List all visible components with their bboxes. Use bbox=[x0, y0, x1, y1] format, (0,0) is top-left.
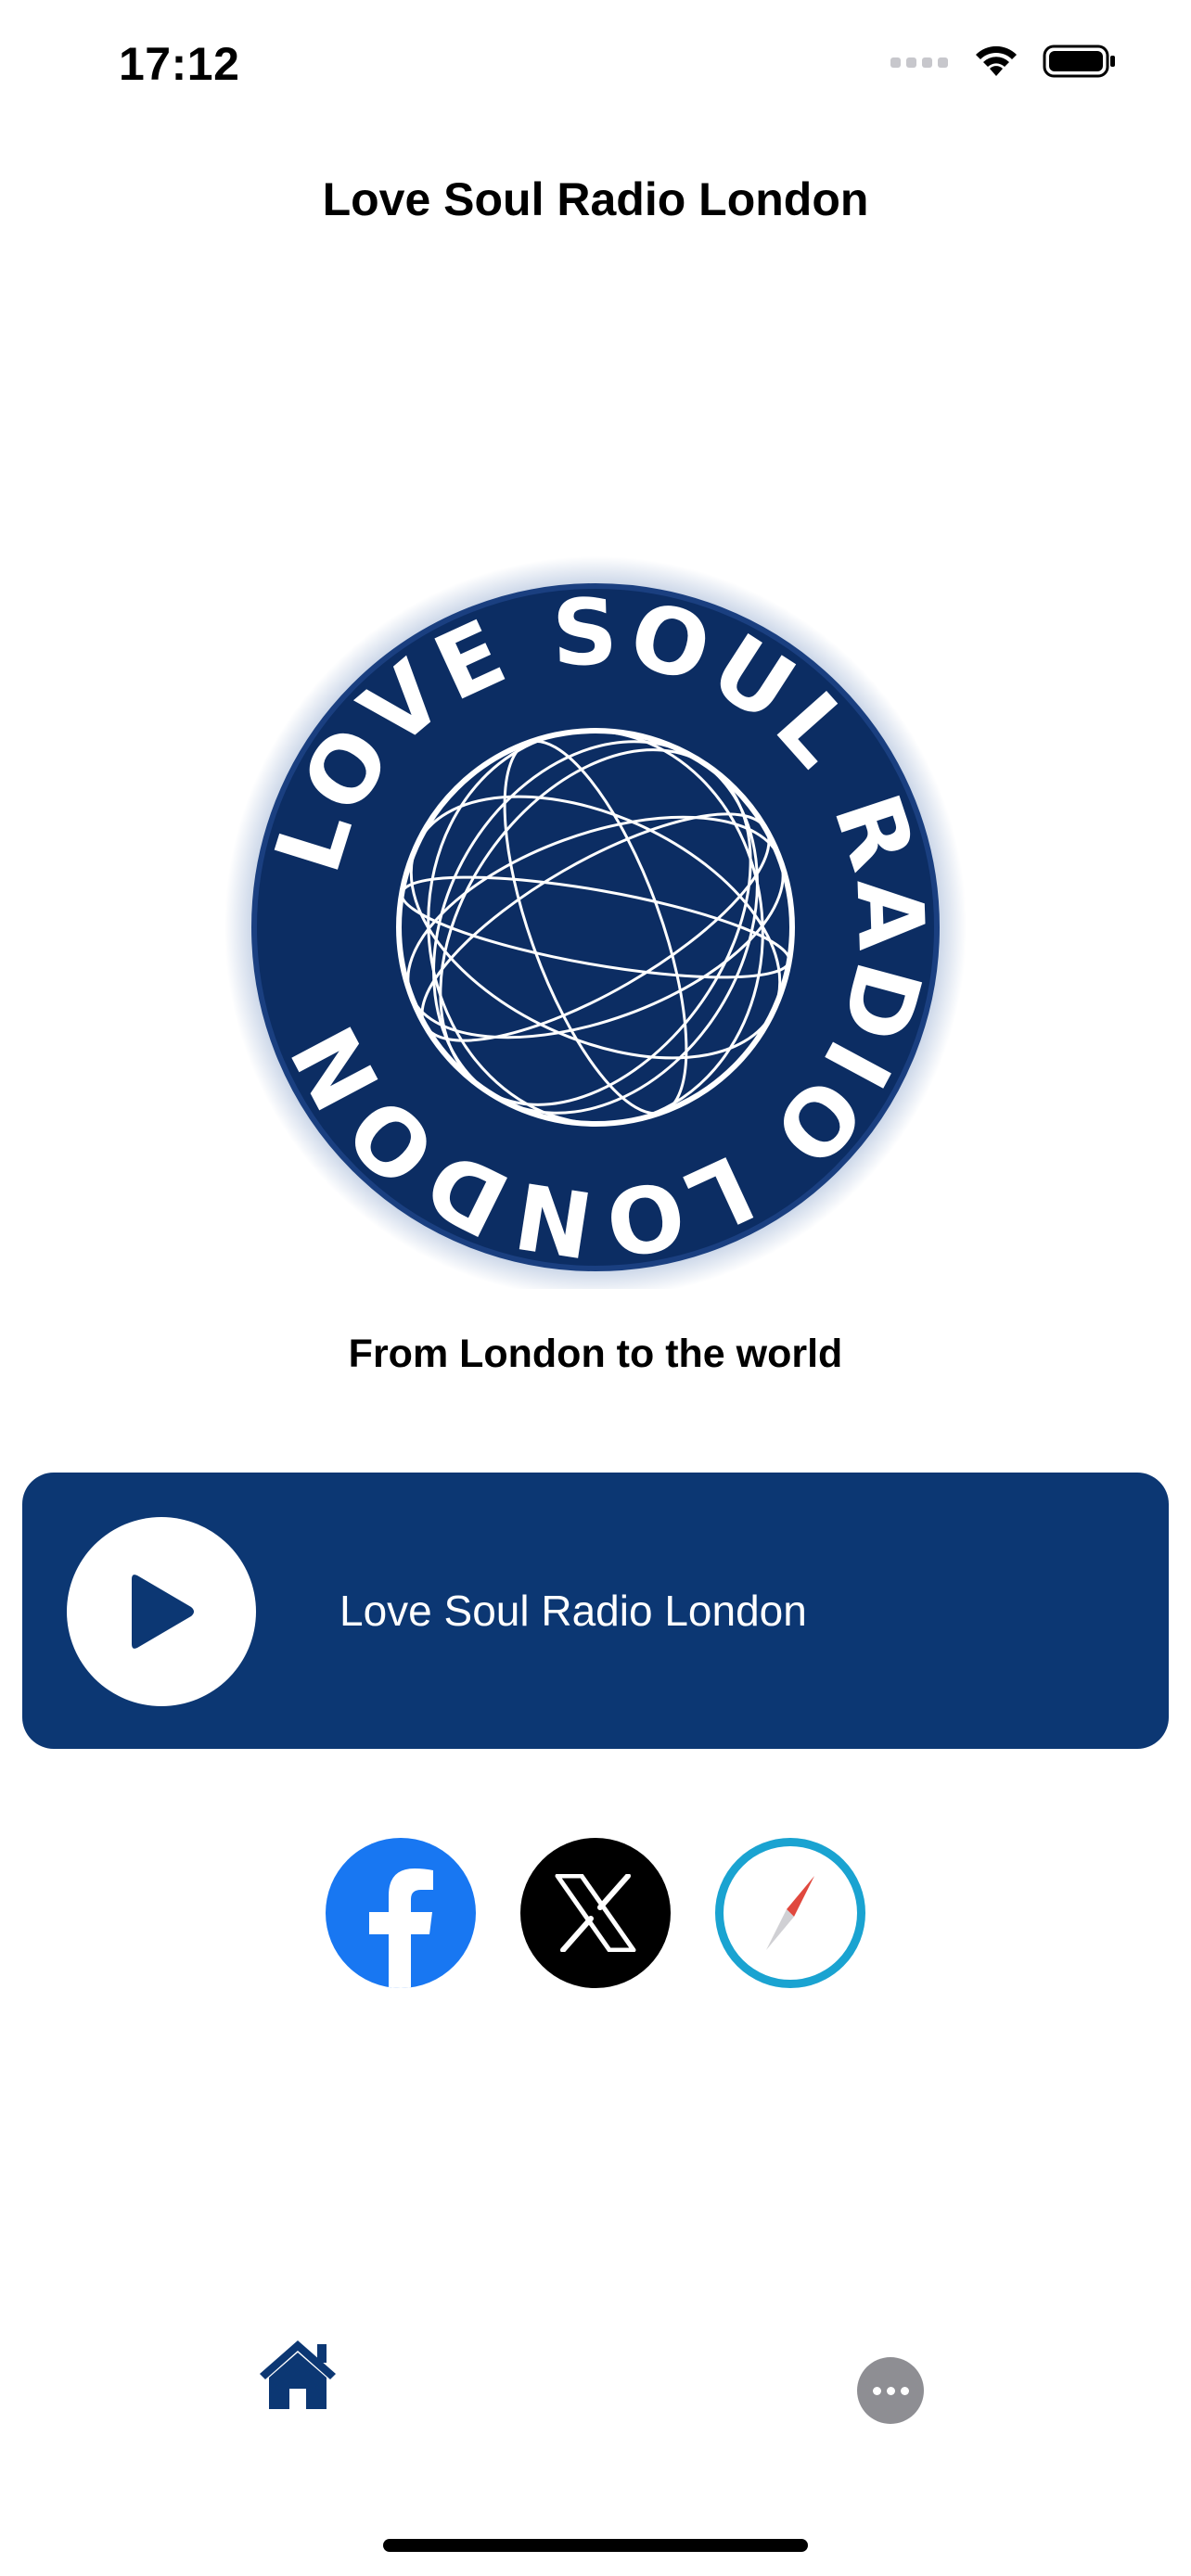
home-indicator bbox=[383, 2539, 808, 2552]
social-links bbox=[0, 1838, 1191, 1988]
tagline: From London to the world bbox=[348, 1332, 843, 1376]
x-icon bbox=[555, 1874, 636, 1952]
website-button[interactable] bbox=[715, 1838, 865, 1988]
tab-home[interactable] bbox=[256, 2337, 339, 2429]
facebook-button[interactable] bbox=[326, 1838, 476, 1988]
battery-icon bbox=[1043, 45, 1115, 78]
wifi-icon bbox=[976, 45, 1017, 76]
page-title: Love Soul Radio London bbox=[322, 173, 869, 225]
x-button[interactable] bbox=[520, 1838, 671, 1988]
compass-icon bbox=[766, 1876, 814, 1950]
facebook-icon bbox=[369, 1868, 433, 1988]
play-button[interactable] bbox=[67, 1517, 256, 1706]
tab-bar bbox=[0, 2337, 1191, 2448]
station-name: Love Soul Radio London bbox=[339, 1587, 807, 1635]
station-logo: LOVE SOUL RADIO LONDON bbox=[224, 547, 967, 1298]
status-bar: 17:12 bbox=[0, 0, 1191, 139]
status-icons bbox=[890, 43, 1117, 80]
home-icon bbox=[260, 2340, 336, 2409]
player-card: Love Soul Radio London bbox=[22, 1473, 1169, 1749]
status-time: 17:12 bbox=[119, 38, 240, 90]
tab-more[interactable] bbox=[857, 2357, 924, 2424]
play-icon bbox=[132, 1575, 194, 1649]
signal-icon bbox=[890, 57, 948, 68]
more-icon bbox=[872, 2386, 881, 2395]
